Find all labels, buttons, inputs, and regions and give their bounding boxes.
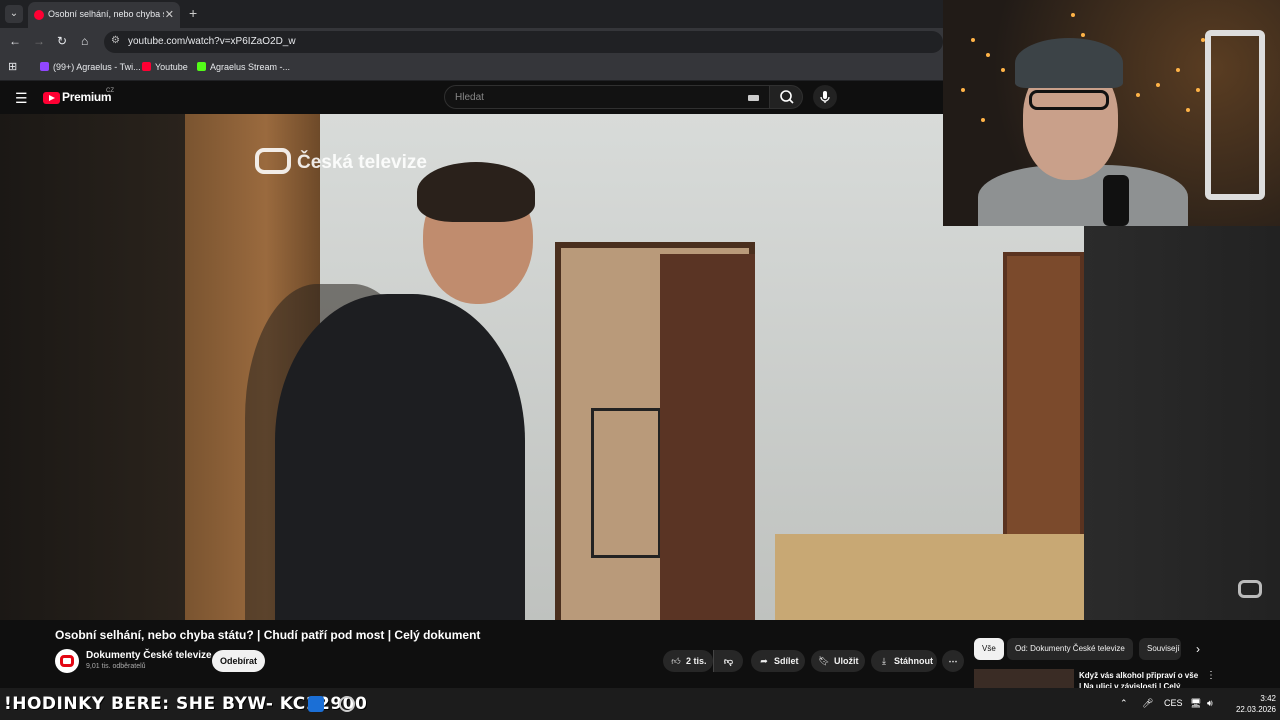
back-arrow-icon[interactable]: ←: [9, 34, 21, 48]
ct-logo-icon: [255, 148, 291, 174]
download-icon: ⤓: [882, 656, 886, 666]
webcam-microphone: [1103, 175, 1129, 226]
kick-icon: [197, 62, 206, 71]
system-clock[interactable]: 3:42 22.03.2026: [1226, 693, 1276, 715]
bookmark-kick[interactable]: Agraelus Stream -...: [197, 62, 290, 72]
clock-time: 3:42: [1260, 694, 1276, 703]
recommended-thumbnail[interactable]: [974, 669, 1074, 688]
chip-from-channel[interactable]: Od: Dokumenty České televize: [1007, 638, 1133, 660]
url-text[interactable]: youtube.com/watch?v=xP6IZaO2D_w: [128, 36, 296, 47]
microphone-icon: [820, 91, 830, 103]
youtube-favicon-icon: [34, 10, 44, 20]
thumbs-up-icon: 👍︎: [671, 656, 681, 666]
country-code: CZ: [106, 88, 114, 94]
scene-door: [660, 254, 755, 620]
steam-icon[interactable]: [308, 696, 324, 712]
recommended-title[interactable]: Když vás alkohol připraví o vše | Na uli…: [1079, 670, 1201, 688]
streamer-webcam: [943, 0, 1280, 226]
scene-person-body: [275, 294, 525, 620]
screen: ⌄ Osobní selhání, nebo chyba stát ✕ + ← …: [0, 0, 1280, 720]
save-button[interactable]: 🔖︎ Uložit: [811, 650, 865, 672]
ceska-televize-logo: Česká televize: [255, 148, 427, 174]
video-details: Osobní selhání, nebo chyba státu? | Chud…: [0, 620, 1280, 688]
scene-table: [775, 534, 1084, 620]
browser-tab[interactable]: Osobní selhání, nebo chyba stát ✕: [28, 2, 180, 28]
bookmark-icon: 🔖︎: [818, 656, 830, 666]
tab-search-button[interactable]: ⌄: [5, 5, 23, 23]
download-label: Stáhnout: [894, 656, 933, 666]
menu-hamburger-icon[interactable]: ☰: [15, 90, 28, 107]
share-label: Sdílet: [774, 656, 799, 666]
reload-icon[interactable]: ↻: [57, 34, 67, 48]
search-button[interactable]: [769, 85, 803, 109]
youtube-logo-icon[interactable]: [43, 92, 60, 104]
app-icon[interactable]: [339, 696, 355, 712]
video-title: Osobní selhání, nebo chyba státu? | Chud…: [55, 628, 481, 642]
ct-watermark-icon: [1238, 580, 1262, 598]
scene-person-hair: [417, 162, 535, 222]
subscriber-count: 9,01 tis. odběratelů: [86, 663, 146, 670]
twitch-icon: [40, 62, 49, 71]
youtube-icon: [142, 62, 151, 71]
bookmark-twitch[interactable]: (99+) Agraelus - Twi...: [40, 62, 141, 72]
bookmark-label: Agraelus Stream -...: [210, 62, 291, 72]
browser-tab-bar: ⌄ Osobní selhání, nebo chyba stát ✕ +: [0, 0, 943, 28]
more-actions-button[interactable]: ⋯: [942, 650, 964, 672]
scene-bed: [591, 408, 661, 558]
tray-microphone-icon[interactable]: 🎤︎: [1142, 698, 1153, 709]
home-icon[interactable]: ⌂: [81, 34, 88, 48]
related-filter-chips: Vše Od: Dokumenty České televize Souvise…: [974, 638, 1274, 660]
download-button[interactable]: ⤓ Stáhnout: [871, 650, 937, 672]
chip-all[interactable]: Vše: [974, 638, 1004, 660]
share-button[interactable]: ➦ Sdílet: [751, 650, 805, 672]
address-bar[interactable]: ⚙ youtube.com/watch?v=xP6IZaO2D_w: [104, 31, 943, 53]
apps-grid-icon[interactable]: ⊞: [8, 60, 17, 73]
network-icon[interactable]: 🖥︎: [1190, 698, 1201, 709]
forward-arrow-icon[interactable]: →: [33, 34, 45, 48]
channel-name[interactable]: Dokumenty České televize: [86, 650, 212, 661]
tray-chevron-up-icon[interactable]: ⌃: [1120, 698, 1128, 709]
new-tab-button[interactable]: +: [189, 5, 197, 21]
chip-related[interactable]: Souvisejí: [1139, 638, 1181, 660]
bookmark-label: (99+) Agraelus - Twi...: [53, 62, 141, 72]
like-button[interactable]: 👍︎ 2 tis.: [663, 650, 713, 672]
chevron-right-icon[interactable]: ›: [1196, 642, 1200, 656]
thumbs-down-icon: 👎︎: [723, 656, 734, 666]
bookmarks-bar: ⊞ (99+) Agraelus - Twi... Youtube Agrael…: [0, 55, 943, 81]
share-icon: ➦: [760, 656, 768, 666]
dislike-button[interactable]: 👎︎: [713, 650, 743, 672]
search-input[interactable]: Hledat: [444, 85, 770, 109]
windows-taskbar: !HODINKY BERE: SHE BYW- KC12900 ⌃ 🎤︎ CES…: [0, 688, 1280, 720]
webcam-chair: [1205, 30, 1265, 200]
close-tab-icon[interactable]: ✕: [165, 8, 174, 21]
bookmark-youtube[interactable]: Youtube: [142, 62, 188, 72]
kebab-menu-icon[interactable]: ⋮: [1206, 670, 1216, 681]
webcam-person-cap: [1015, 38, 1123, 88]
search-placeholder: Hledat: [455, 92, 484, 103]
youtube-premium-logo[interactable]: Premium: [62, 90, 112, 104]
tab-title: Osobní selhání, nebo chyba stát: [48, 9, 164, 19]
search-icon: [780, 90, 794, 104]
site-info-icon[interactable]: ⚙: [111, 35, 120, 46]
like-count: 2 tis.: [686, 656, 707, 666]
bookmark-label: Youtube: [155, 62, 188, 72]
ambient-left: [0, 114, 185, 620]
clock-date: 22.03.2026: [1235, 705, 1276, 714]
youtube-header: ☰ Premium CZ Hledat: [0, 81, 943, 114]
language-indicator[interactable]: CES: [1164, 698, 1183, 708]
webcam-person-glasses: [1029, 90, 1109, 110]
ct-logo-text: Česká televize: [297, 152, 427, 173]
volume-icon[interactable]: 🔊︎: [1207, 698, 1213, 709]
subscribe-button[interactable]: Odebírat: [212, 650, 265, 672]
keyboard-icon[interactable]: [748, 95, 759, 101]
voice-search-button[interactable]: [813, 85, 837, 109]
browser-toolbar: ← → ↻ ⌂ ⚙ youtube.com/watch?v=xP6IZaO2D_…: [0, 28, 943, 55]
save-label: Uložit: [834, 656, 859, 666]
channel-avatar[interactable]: [55, 649, 79, 673]
